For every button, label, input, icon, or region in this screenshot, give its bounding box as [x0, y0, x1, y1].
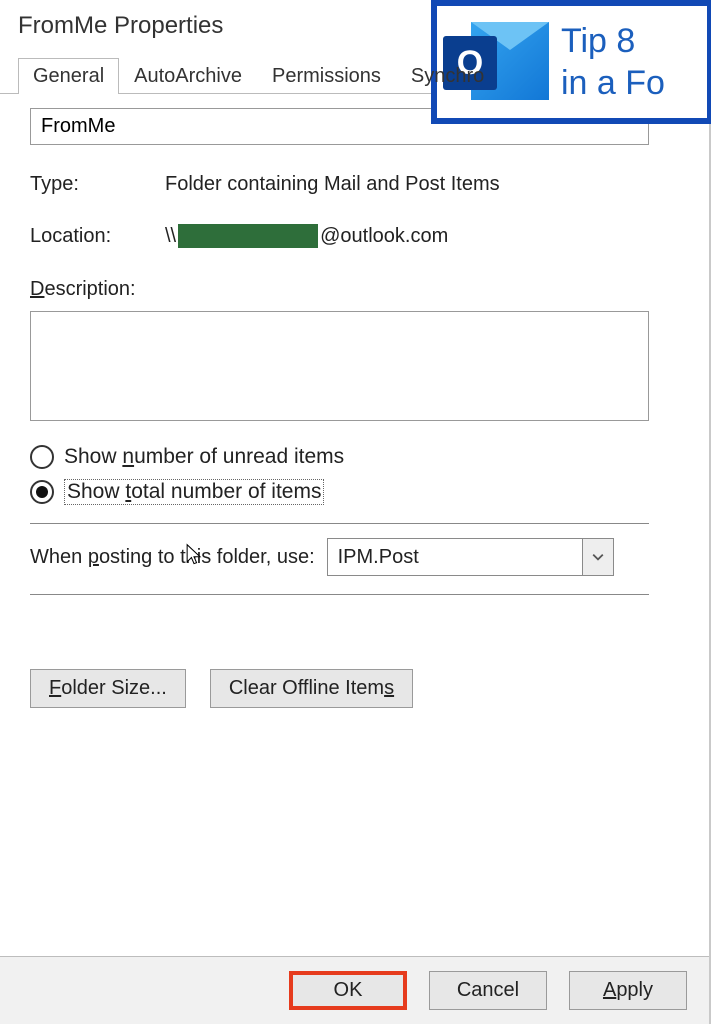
type-row: Type: Folder containing Mail and Post It…	[30, 173, 649, 196]
radio-total-label: Show total number of items	[64, 479, 324, 505]
description-textarea[interactable]	[30, 311, 649, 421]
properties-dialog: FromMe Properties General AutoArchive Pe…	[0, 0, 711, 1024]
radio-icon	[30, 480, 54, 504]
type-value: Folder containing Mail and Post Items	[165, 173, 500, 196]
description-label: Description:	[30, 278, 649, 301]
display-count-radios: Show number of unread items Show total n…	[30, 445, 649, 505]
tab-autoarchive[interactable]: AutoArchive	[119, 58, 257, 94]
divider	[30, 594, 649, 595]
type-label: Type:	[30, 173, 165, 196]
posting-label: When posting to this folder, use:	[30, 546, 315, 569]
radio-icon	[30, 445, 54, 469]
tab-synchronize[interactable]: Synchro	[396, 58, 499, 94]
radio-unread-items[interactable]: Show number of unread items	[30, 445, 649, 469]
mid-buttons: Folder Size... Clear Offline Items	[30, 669, 649, 708]
location-redacted	[178, 224, 318, 248]
tab-permissions[interactable]: Permissions	[257, 58, 396, 94]
overlay-line2: in a Fo	[561, 62, 665, 105]
location-row: Location: \\ @outlook.com	[30, 224, 649, 248]
divider	[30, 523, 649, 524]
ok-button[interactable]: OK	[289, 971, 407, 1010]
location-label: Location:	[30, 225, 165, 248]
apply-button[interactable]: Apply	[569, 971, 687, 1010]
folder-size-button[interactable]: Folder Size...	[30, 669, 186, 708]
overlay-text: Tip 8 in a Fo	[561, 20, 665, 105]
cancel-button[interactable]: Cancel	[429, 971, 547, 1010]
dialog-button-bar: OK Cancel Apply	[0, 956, 709, 1024]
radio-unread-label: Show number of unread items	[64, 445, 344, 469]
tab-page-general: Type: Folder containing Mail and Post It…	[0, 94, 709, 718]
location-prefix: \\	[165, 225, 176, 248]
chevron-down-icon	[582, 539, 613, 575]
posting-select-value: IPM.Post	[328, 539, 582, 575]
tab-general[interactable]: General	[18, 58, 119, 94]
clear-offline-items-button[interactable]: Clear Offline Items	[210, 669, 413, 708]
posting-select[interactable]: IPM.Post	[327, 538, 614, 576]
location-suffix: @outlook.com	[320, 225, 448, 248]
overlay-line1: Tip 8	[561, 20, 665, 63]
location-value: \\ @outlook.com	[165, 224, 448, 248]
radio-total-items[interactable]: Show total number of items	[30, 479, 649, 505]
posting-row: When posting to this folder, use: IPM.Po…	[30, 538, 649, 576]
